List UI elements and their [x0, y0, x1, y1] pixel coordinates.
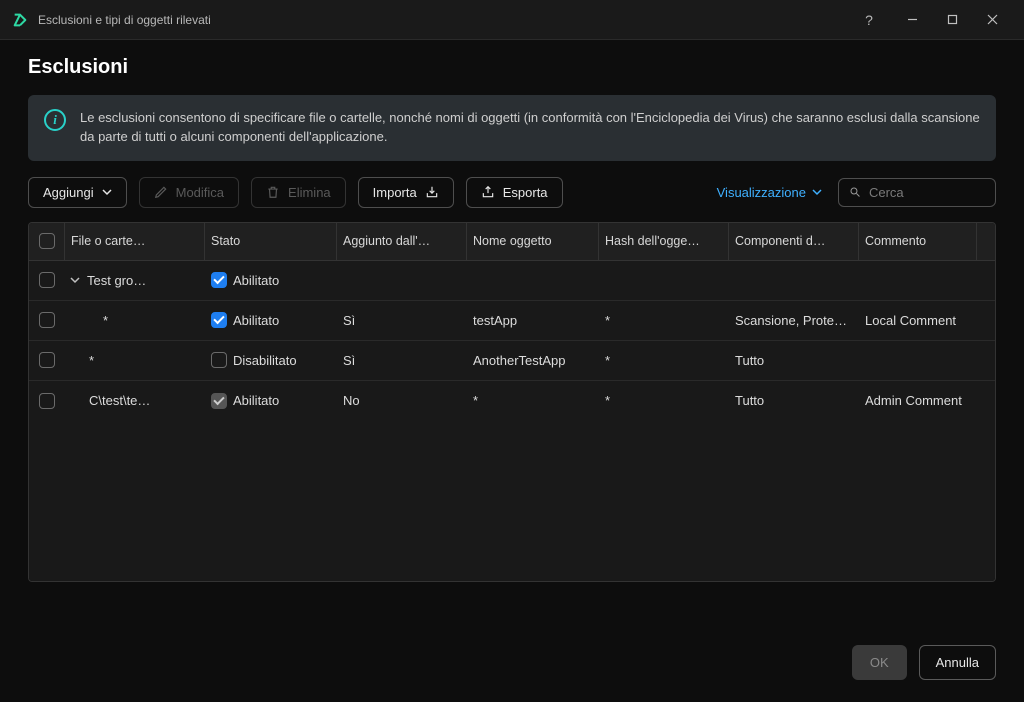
col-comment[interactable]: Commento	[859, 223, 977, 260]
trash-icon	[266, 185, 280, 199]
edit-button-label: Modifica	[176, 185, 224, 200]
ok-button: OK	[852, 645, 907, 680]
cell-hash: *	[599, 313, 729, 328]
info-icon: i	[44, 109, 66, 131]
search-icon	[849, 185, 861, 199]
add-button[interactable]: Aggiungi	[28, 177, 127, 208]
col-file[interactable]: File o carte…	[65, 223, 205, 260]
table-row[interactable]: C\test\te…AbilitatoNo**TuttoAdmin Commen…	[29, 381, 995, 421]
view-label: Visualizzazione	[717, 185, 806, 200]
import-icon	[425, 185, 439, 199]
state-checkbox[interactable]	[211, 352, 227, 368]
cell-hash: *	[599, 353, 729, 368]
select-all-checkbox[interactable]	[39, 233, 55, 249]
cell-file: *	[103, 313, 108, 328]
row-checkbox[interactable]	[39, 312, 55, 328]
cell-hash: *	[599, 393, 729, 408]
col-components[interactable]: Componenti d…	[729, 223, 859, 260]
col-state[interactable]: Stato	[205, 223, 337, 260]
delete-button: Elimina	[251, 177, 346, 208]
cell-state: Abilitato	[233, 393, 279, 408]
cell-file: C\test\te…	[89, 393, 150, 408]
cell-added: Sì	[337, 313, 467, 328]
table-row[interactable]: *AbilitatoSìtestApp*Scansione, Prote…Loc…	[29, 301, 995, 341]
cell-components: Tutto	[729, 353, 859, 368]
state-checkbox[interactable]	[211, 393, 227, 409]
row-checkbox[interactable]	[39, 352, 55, 368]
window-title: Esclusioni e tipi di oggetti rilevati	[38, 13, 854, 27]
cell-components: Tutto	[729, 393, 859, 408]
import-button[interactable]: Importa	[358, 177, 454, 208]
chevron-down-icon	[812, 187, 822, 197]
chevron-down-icon	[102, 187, 112, 197]
app-logo-icon	[12, 12, 28, 28]
info-text: Le esclusioni consentono di specificare …	[80, 109, 980, 147]
view-dropdown[interactable]: Visualizzazione	[717, 185, 822, 200]
delete-button-label: Elimina	[288, 185, 331, 200]
cell-object: AnotherTestApp	[467, 353, 599, 368]
table-body: Test gro…Abilitato*AbilitatoSìtestApp*Sc…	[29, 261, 995, 581]
search-input[interactable]	[869, 185, 985, 200]
state-checkbox[interactable]	[211, 312, 227, 328]
cell-added: No	[337, 393, 467, 408]
cell-state: Abilitato	[233, 273, 279, 288]
cancel-button[interactable]: Annulla	[919, 645, 996, 680]
row-checkbox[interactable]	[39, 393, 55, 409]
row-checkbox[interactable]	[39, 272, 55, 288]
table-row[interactable]: *DisabilitatoSìAnotherTestApp*Tutto	[29, 341, 995, 381]
maximize-button[interactable]	[932, 5, 972, 35]
state-checkbox[interactable]	[211, 272, 227, 288]
cell-file: *	[89, 353, 94, 368]
dialog-footer: OK Annulla	[0, 627, 1024, 702]
exclusions-table: File o carte… Stato Aggiunto dall'… Nome…	[28, 222, 996, 582]
expand-toggle[interactable]	[69, 274, 81, 286]
close-button[interactable]	[972, 5, 1012, 35]
cell-state: Abilitato	[233, 313, 279, 328]
export-icon	[481, 185, 495, 199]
import-button-label: Importa	[373, 185, 417, 200]
info-banner: i Le esclusioni consentono di specificar…	[28, 95, 996, 161]
minimize-button[interactable]	[892, 5, 932, 35]
table-header: File o carte… Stato Aggiunto dall'… Nome…	[29, 223, 995, 261]
col-object[interactable]: Nome oggetto	[467, 223, 599, 260]
edit-button: Modifica	[139, 177, 239, 208]
col-hash[interactable]: Hash dell'ogge…	[599, 223, 729, 260]
titlebar: Esclusioni e tipi di oggetti rilevati ?	[0, 0, 1024, 40]
pencil-icon	[154, 185, 168, 199]
help-button[interactable]: ?	[854, 12, 884, 28]
export-button-label: Esporta	[503, 185, 548, 200]
page-title: Esclusioni	[28, 56, 996, 79]
table-row[interactable]: Test gro… Abilitato	[29, 261, 995, 301]
cell-comment: Admin Comment	[859, 393, 977, 408]
add-button-label: Aggiungi	[43, 185, 94, 200]
cell-state: Disabilitato	[233, 353, 297, 368]
cell-components: Scansione, Prote…	[729, 313, 859, 328]
col-added[interactable]: Aggiunto dall'…	[337, 223, 467, 260]
cell-comment: Local Comment	[859, 313, 977, 328]
toolbar: Aggiungi Modifica Elimina Importa Esport…	[28, 177, 996, 208]
cell-added: Sì	[337, 353, 467, 368]
cell-object: testApp	[467, 313, 599, 328]
cell-file: Test gro…	[87, 273, 146, 288]
search-field[interactable]	[838, 178, 996, 207]
export-button[interactable]: Esporta	[466, 177, 563, 208]
cell-object: *	[467, 393, 599, 408]
